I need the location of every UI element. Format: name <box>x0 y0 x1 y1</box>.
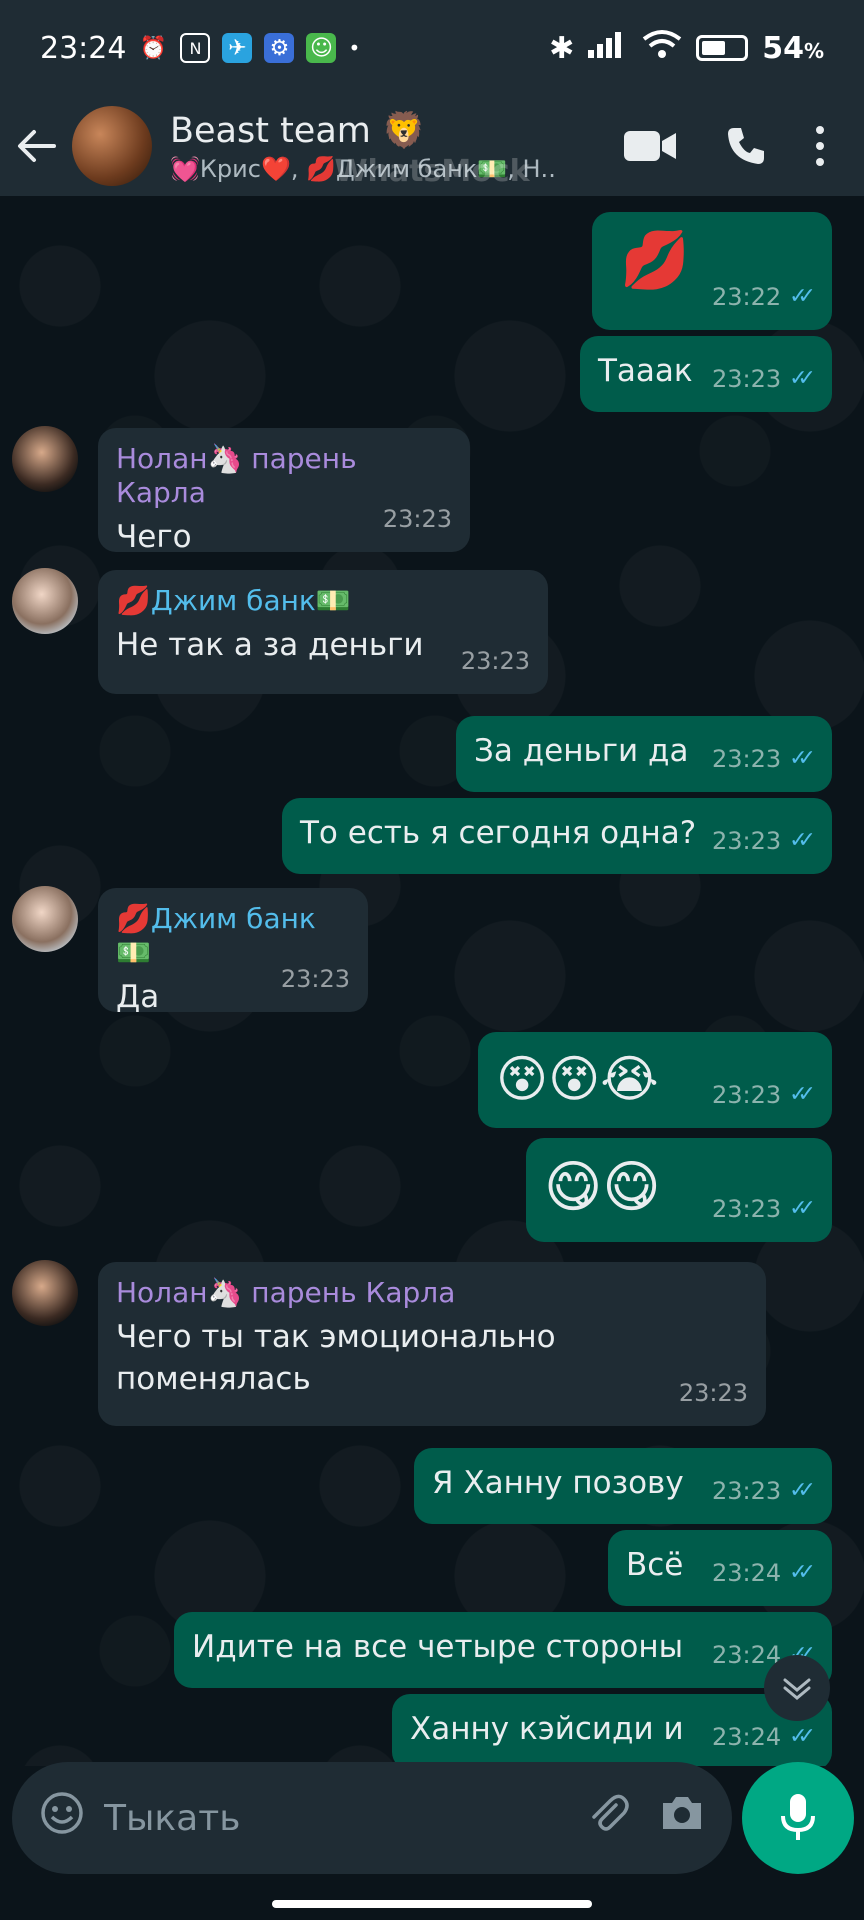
message-text: То есть я сегодня одна? <box>300 815 697 851</box>
message-time: 23:23 <box>280 965 350 993</box>
message-time: 23:23 <box>711 827 782 855</box>
message-outgoing[interactable]: 😋😋 23:23 ✓✓ <box>526 1138 832 1242</box>
sender-name[interactable]: 💋Джим банк💵 <box>116 584 530 618</box>
message-outgoing[interactable]: 😵😵😭 23:23 ✓✓ <box>478 1032 832 1128</box>
read-ticks-icon: ✓✓ <box>789 1560 816 1585</box>
signal-icon <box>588 30 628 66</box>
message-time: 23:23 <box>711 1477 782 1505</box>
more-notifications-icon: • <box>348 36 361 60</box>
read-ticks-icon: ✓✓ <box>789 284 816 309</box>
voice-record-button[interactable] <box>742 1762 854 1874</box>
message-time: 23:23 <box>382 505 452 533</box>
settings-app-icon: ⚙ <box>264 33 295 63</box>
message-outgoing[interactable]: 💋 23:22 ✓✓ <box>592 212 832 330</box>
message-text: За деньги да <box>474 733 689 769</box>
message-incoming[interactable]: Нолан🦄 парень Карла Чего 23:23 <box>98 428 470 555</box>
message-outgoing[interactable]: Всё 23:24 ✓✓ <box>608 1530 832 1606</box>
message-time: 23:23 <box>460 647 530 675</box>
message-text: Ханну кэйсиди и <box>410 1711 684 1747</box>
group-title: Beast team 🦁 <box>170 110 426 151</box>
message-incoming[interactable]: 💋Джим банк💵 Да 23:23 <box>98 888 368 1015</box>
camera-icon <box>663 1797 701 1829</box>
alarm-icon: ⏰ <box>139 35 168 61</box>
chevron-down-icon <box>783 1678 811 1700</box>
camera-button[interactable] <box>654 1793 710 1843</box>
telegram-icon: ✈ <box>222 33 253 63</box>
android-app-icon: ☺ <box>306 33 337 63</box>
more-vert-icon <box>816 126 824 134</box>
message-outgoing[interactable]: Идите на все четыре стороны 23:24✓✓ <box>174 1612 832 1688</box>
nfc-icon: N <box>180 33 211 63</box>
read-ticks-icon: ✓✓ <box>789 828 816 853</box>
message-time: 23:23 <box>711 1195 782 1223</box>
avatar[interactable] <box>12 426 78 492</box>
message-text: Я Ханну позову <box>432 1465 684 1501</box>
message-incoming[interactable]: Нолан🦄 парень Карла Чего ты так эмоциона… <box>98 1262 766 1426</box>
message-outgoing[interactable]: Ханну кэйсиди и 23:24 ✓✓ <box>392 1694 832 1766</box>
message-text: Тааак <box>598 353 693 389</box>
paperclip-icon <box>592 1794 629 1831</box>
read-ticks-icon: ✓✓ <box>789 366 816 391</box>
avatar[interactable] <box>12 568 78 634</box>
message-outgoing[interactable]: То есть я сегодня одна? 23:23 ✓✓ <box>282 798 832 874</box>
message-text: Чего ты так эмоционально поменялась <box>116 1319 556 1397</box>
message-composer <box>12 1762 732 1874</box>
message-time: 23:23 <box>711 1081 782 1109</box>
message-time: 23:23 <box>711 745 782 773</box>
emoji-button[interactable] <box>34 1791 90 1845</box>
bluetooth-icon: ✱ <box>549 30 575 66</box>
avatar[interactable] <box>12 886 78 952</box>
scroll-to-bottom-button[interactable] <box>764 1655 830 1721</box>
message-text: 😵😵😭 <box>496 1050 659 1108</box>
read-ticks-icon: ✓✓ <box>789 1478 816 1503</box>
microphone-icon <box>781 1794 815 1840</box>
read-ticks-icon: ✓✓ <box>789 1196 816 1221</box>
read-ticks-icon: ✓✓ <box>789 746 816 771</box>
message-time: 23:24 <box>711 1559 782 1587</box>
read-ticks-icon: ✓✓ <box>789 1082 816 1107</box>
message-input[interactable] <box>90 1797 580 1839</box>
watermark: WhatsMock <box>334 154 530 189</box>
avatar[interactable] <box>12 1260 78 1326</box>
message-text: Всё <box>626 1547 684 1583</box>
message-time: 23:23 <box>711 365 782 393</box>
sender-name[interactable]: Нолан🦄 парень Карла <box>116 1276 748 1310</box>
home-indicator[interactable] <box>272 1900 592 1908</box>
battery-icon <box>696 35 749 61</box>
message-time: 23:22 <box>711 283 782 311</box>
attach-button[interactable] <box>580 1791 636 1845</box>
message-time: 23:23 <box>678 1379 748 1407</box>
battery-level: 54% <box>762 30 824 66</box>
message-time: 23:24 <box>711 1723 782 1751</box>
message-outgoing[interactable]: Тааак 23:23 ✓✓ <box>580 336 832 412</box>
message-outgoing[interactable]: Я Ханну позову 23:23 ✓✓ <box>414 1448 832 1524</box>
wifi-icon <box>642 29 682 67</box>
message-outgoing[interactable]: За деньги да 23:23 ✓✓ <box>456 716 832 792</box>
emoji-icon <box>41 1792 83 1834</box>
status-time: 23:24 <box>40 30 127 66</box>
message-text: Идите на все четыре стороны <box>192 1629 684 1665</box>
message-list[interactable]: 💋 23:22 ✓✓ Тааак 23:23 ✓✓ Нолан🦄 парень Ка… <box>0 196 864 1766</box>
message-text: 😋😋 <box>544 1155 661 1220</box>
message-incoming[interactable]: 💋Джим банк💵 Не так а за деньги 23:23 <box>98 570 548 694</box>
read-ticks-icon: ✓✓ <box>789 1724 816 1749</box>
status-bar: 23:24 ⏰ N ✈ ⚙ ☺ • ✱ 54% <box>0 0 864 96</box>
